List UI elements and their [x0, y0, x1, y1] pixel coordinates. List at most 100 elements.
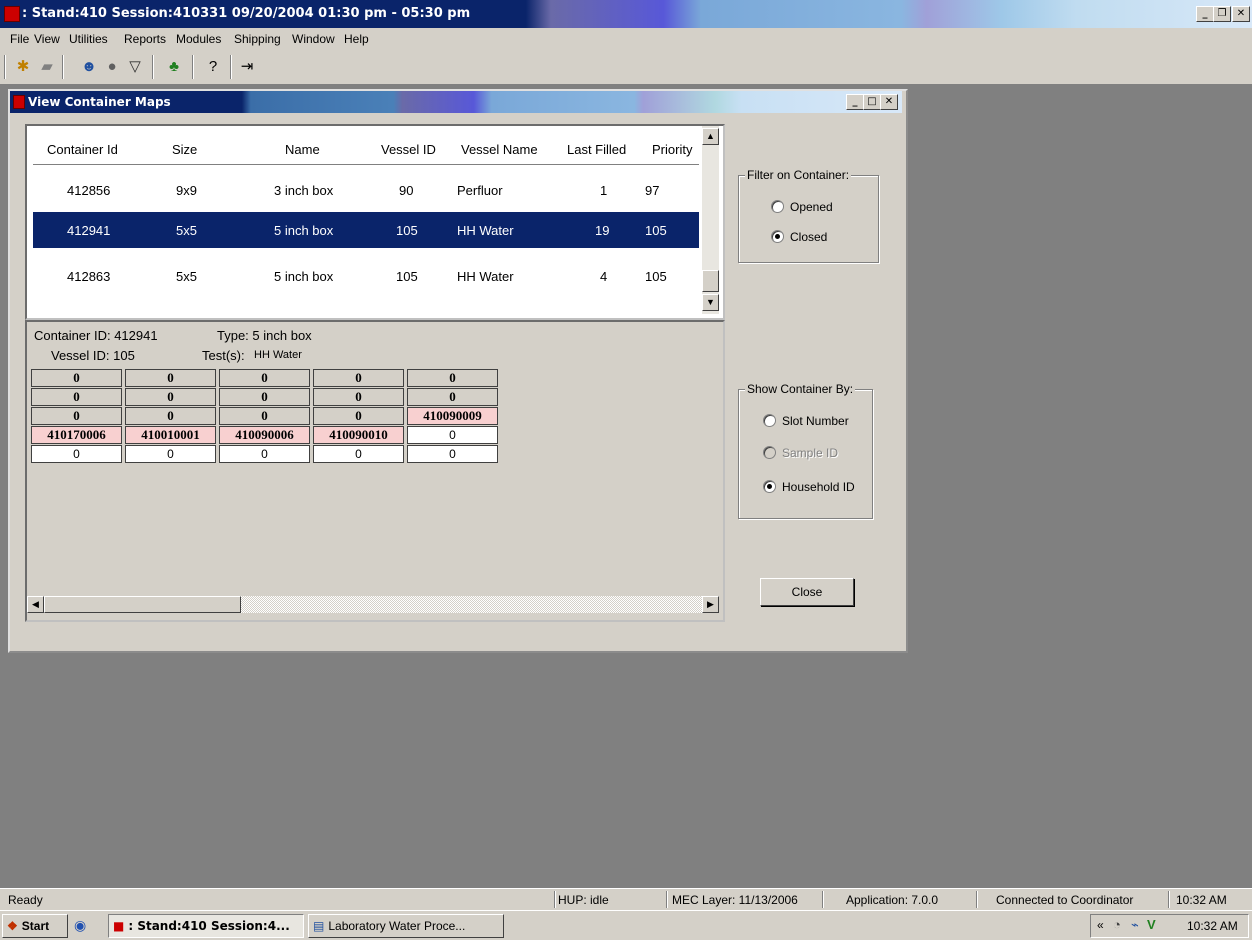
cell-last-filled: 19	[595, 223, 610, 238]
menu-view[interactable]: View	[34, 32, 60, 46]
grid-slot[interactable]: 0	[219, 445, 310, 463]
browser-quicklaunch-icon[interactable]: ◉	[74, 917, 86, 934]
child-window-title: View Container Maps	[28, 95, 171, 109]
scroll-right-icon[interactable]: ▶	[702, 596, 719, 613]
status-time: 10:32 AM	[1176, 893, 1227, 907]
grid-slot[interactable]: 0	[125, 445, 216, 463]
scroll-down-icon[interactable]: ▼	[702, 294, 719, 311]
grid-slot[interactable]: 0	[219, 388, 310, 406]
grid-slot[interactable]: 0	[313, 369, 404, 387]
tray-clock-icon[interactable]: ◔	[1113, 917, 1121, 932]
grid-slot[interactable]: 0	[219, 369, 310, 387]
grid-slot-filled[interactable]: 410090010	[313, 426, 404, 444]
menu-help[interactable]: Help	[344, 32, 369, 46]
status-separator	[1168, 891, 1170, 908]
cell-container-id: 412863	[67, 269, 111, 284]
cell-vessel-name: HH Water	[457, 223, 514, 238]
radio-household-id[interactable]: Household ID	[763, 480, 855, 494]
tray-network-icon[interactable]: ⌁	[1131, 917, 1139, 933]
grid-slot[interactable]: 0	[219, 407, 310, 425]
grid-slot[interactable]: 0	[407, 426, 498, 444]
menu-reports[interactable]: Reports	[124, 32, 166, 46]
taskbar-app-stand[interactable]: ■: Stand:410 Session:4...	[108, 914, 304, 938]
grid-slot[interactable]: 0	[313, 445, 404, 463]
radio-slot-number[interactable]: Slot Number	[763, 414, 849, 428]
table-row[interactable]: 412856 9x9 3 inch box 90 Perfluor 1 97	[33, 172, 699, 208]
stamp-icon[interactable]: ●	[101, 57, 123, 77]
taskbar-app-word[interactable]: ▤ Laboratory Water Proce...	[308, 914, 504, 938]
start-label: Start	[21, 919, 50, 933]
grid-slot-filled[interactable]: 410090009	[407, 407, 498, 425]
list-vertical-scrollbar[interactable]: ▲ ▼	[702, 126, 719, 314]
people-icon[interactable]: ☻	[78, 57, 100, 77]
menu-shipping[interactable]: Shipping	[234, 32, 281, 46]
taskbar: ❖ Start ◉ ■: Stand:410 Session:4... ▤ Labo…	[0, 910, 1252, 940]
grid-slot[interactable]: 0	[125, 369, 216, 387]
close-button[interactable]: Close	[760, 578, 854, 606]
view-container-maps-window: View Container Maps _ □ ✕ Container Id S…	[8, 89, 908, 653]
app-icon[interactable]	[4, 6, 20, 22]
show-container-by-group: Show Container By: Slot Number Sample ID…	[738, 382, 873, 519]
grid-slot[interactable]: 0	[407, 445, 498, 463]
grid-slot-filled[interactable]: 410010001	[125, 426, 216, 444]
exit-icon[interactable]: ⇥	[236, 57, 258, 77]
cell-vessel-id: 90	[399, 183, 414, 198]
header-vessel-name[interactable]: Vessel Name	[461, 142, 538, 157]
grid-slot[interactable]: 0	[31, 369, 122, 387]
funnel-icon[interactable]: ▽	[124, 57, 146, 77]
new-icon[interactable]: ✱	[12, 57, 34, 77]
header-vessel-id[interactable]: Vessel ID	[381, 142, 436, 157]
minimize-icon[interactable]: _	[1196, 6, 1214, 22]
radio-slot-number-dot[interactable]	[763, 414, 776, 427]
header-size[interactable]: Size	[172, 142, 197, 157]
open-icon[interactable]: ▰	[36, 57, 58, 77]
child-maximize-icon[interactable]: □	[863, 94, 881, 110]
grid-slot[interactable]: 0	[31, 445, 122, 463]
users-icon[interactable]: ♣	[163, 57, 185, 77]
grid-slot[interactable]: 0	[31, 388, 122, 406]
grid-slot[interactable]: 0	[407, 369, 498, 387]
grid-slot[interactable]: 0	[313, 388, 404, 406]
radio-closed-dot[interactable]	[771, 230, 784, 243]
grid-slot[interactable]: 0	[407, 388, 498, 406]
grid-slot[interactable]: 0	[125, 407, 216, 425]
close-icon[interactable]: ✕	[1232, 6, 1250, 22]
child-minimize-icon[interactable]: _	[846, 94, 864, 110]
window-title: : Stand:410 Session:410331 09/20/2004 01…	[22, 6, 471, 21]
grid-slot[interactable]: 0	[313, 407, 404, 425]
menu-file[interactable]: File	[10, 32, 29, 46]
tray-expand-icon[interactable]: «	[1097, 918, 1104, 932]
scroll-thumb[interactable]	[702, 270, 719, 292]
restore-icon[interactable]: ❐	[1213, 6, 1231, 22]
cell-last-filled: 1	[600, 183, 608, 198]
radio-household-id-dot[interactable]	[763, 480, 776, 493]
header-priority[interactable]: Priority	[652, 142, 692, 157]
grid-slot[interactable]: 0	[31, 407, 122, 425]
scroll-up-icon[interactable]: ▲	[702, 128, 719, 145]
menu-modules[interactable]: Modules	[176, 32, 221, 46]
child-close-icon[interactable]: ✕	[880, 94, 898, 110]
table-row-selected[interactable]: 412941 5x5 5 inch box 105 HH Water 19 10…	[32, 211, 700, 249]
grid-slot[interactable]: 0	[125, 388, 216, 406]
header-last-filled[interactable]: Last Filled	[567, 142, 626, 157]
help-icon[interactable]: ?	[202, 57, 224, 77]
start-button[interactable]: ❖ Start	[2, 914, 68, 938]
tray-app-icon[interactable]: V	[1147, 917, 1156, 932]
scroll-left-icon[interactable]: ◀	[27, 596, 44, 613]
container-list[interactable]: Container Id Size Name Vessel ID Vessel …	[25, 124, 725, 320]
radio-opened[interactable]: Opened	[771, 200, 833, 214]
map-horizontal-scrollbar[interactable]: ◀ ▶	[27, 596, 719, 613]
table-row[interactable]: 412863 5x5 5 inch box 105 HH Water 4 105	[33, 258, 699, 294]
toolbar-separator	[62, 55, 64, 79]
grid-slot-filled[interactable]: 410170006	[31, 426, 122, 444]
menu-utilities[interactable]: Utilities	[69, 32, 108, 46]
cell-name: 5 inch box	[274, 269, 334, 284]
radio-opened-dot[interactable]	[771, 200, 784, 213]
header-name[interactable]: Name	[285, 142, 320, 157]
header-container-id[interactable]: Container Id	[47, 142, 118, 157]
radio-closed[interactable]: Closed	[771, 230, 827, 244]
menu-window[interactable]: Window	[292, 32, 335, 46]
grid-slot-filled[interactable]: 410090006	[219, 426, 310, 444]
child-app-icon[interactable]	[13, 95, 25, 109]
horizontal-scroll-thumb[interactable]	[44, 596, 241, 613]
